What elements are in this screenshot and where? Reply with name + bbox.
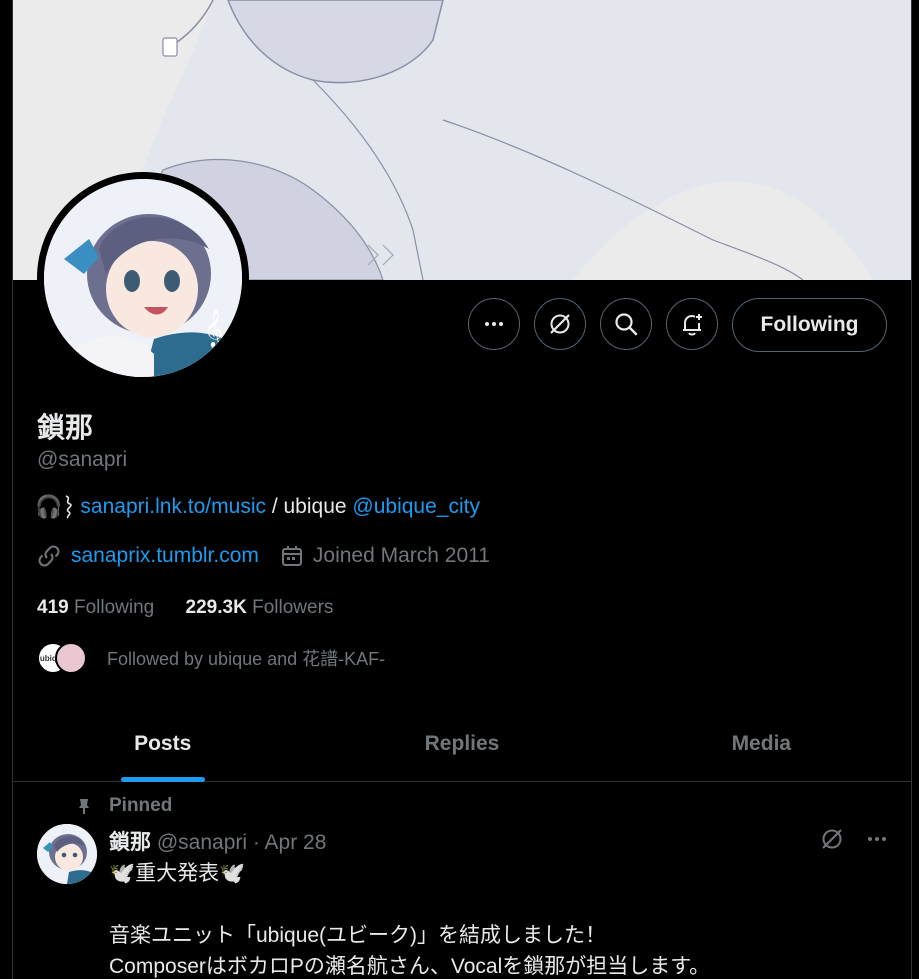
profile-column: 𝄞 Following 鎖那 @sanapri 🎧 sanapri.lnk.to…: [12, 0, 912, 979]
profile-handle: @sanapri: [37, 448, 128, 471]
post-actions: [819, 826, 889, 852]
following-stat[interactable]: 419 Following: [37, 597, 154, 618]
post-more-icon[interactable]: [865, 827, 889, 851]
grok-button[interactable]: [534, 298, 586, 350]
following-button[interactable]: Following: [732, 298, 887, 352]
bio-text: / ubique: [265, 495, 353, 518]
profile-avatar[interactable]: 𝄞: [37, 172, 249, 384]
followed-by[interactable]: ubique Followed by ubique and 花譜-KAF-: [37, 642, 385, 674]
avatar-illustration: 𝄞: [44, 179, 242, 377]
profile-bio: 🎧 sanapri.lnk.to/music / ubique @ubique_…: [35, 494, 480, 520]
avatar-image: 𝄞: [44, 179, 242, 377]
post-author-avatar[interactable]: [37, 824, 97, 884]
post-handle-date[interactable]: @sanapri · Apr 28: [151, 831, 327, 854]
post-line-2: [109, 889, 710, 920]
follow-stats: 419 Following 229.3K Followers: [37, 597, 333, 619]
tab-posts[interactable]: Posts: [13, 706, 312, 782]
more-button[interactable]: [468, 298, 520, 350]
followed-by-text: Followed by ubique and 花譜-KAF-: [107, 649, 386, 669]
link-icon: [38, 545, 60, 567]
bio-music-link[interactable]: sanapri.lnk.to/music: [80, 495, 266, 519]
post-line-3: 音楽ユニット「ubique(ユビーク)」を結成しました！: [109, 924, 607, 947]
calendar-icon: [281, 546, 302, 566]
bio-mention-link[interactable]: @ubique_city: [352, 495, 480, 519]
music-note-icon: [62, 494, 76, 520]
active-tab-indicator: [120, 777, 205, 782]
grok-icon[interactable]: [819, 826, 845, 852]
followers-stat[interactable]: 229.3K Followers: [186, 597, 334, 618]
profile-tabs: Posts Replies Media: [13, 706, 911, 782]
tab-media[interactable]: Media: [612, 706, 911, 781]
pinned-indicator: Pinned: [75, 795, 172, 817]
headphones-emoji: 🎧: [35, 494, 63, 519]
more-icon: [485, 322, 503, 326]
post-line-1: 🕊️重大発表🕊️: [109, 862, 246, 885]
profile-meta: sanaprix.tumblr.com Joined March 2011: [37, 544, 490, 568]
pin-icon: [79, 799, 89, 814]
notification-bell-plus-icon: [683, 314, 702, 336]
post-author-name[interactable]: 鎖那: [109, 831, 151, 854]
tab-replies[interactable]: Replies: [312, 706, 611, 781]
mini-avatar-kaf: [55, 642, 87, 674]
joined-date: Joined March 2011: [312, 544, 490, 567]
search-button[interactable]: [600, 298, 652, 350]
post-avatar-image: [37, 824, 97, 884]
post-line-4: ComposerはボカロPの瀬名航さん、Vocalを鎖那が担当します。: [109, 955, 711, 978]
grok-icon: [550, 314, 570, 334]
profile-name: 鎖那: [37, 412, 94, 443]
post-body: 🕊️重大発表🕊️ 音楽ユニット「ubique(ユビーク)」を結成しました！ Co…: [109, 858, 710, 979]
search-icon: [615, 313, 638, 336]
svg-text:𝄞: 𝄞: [204, 309, 223, 348]
post-header: 鎖那 @sanapri · Apr 28: [109, 826, 326, 856]
notifications-button[interactable]: [666, 298, 718, 350]
website-link[interactable]: sanaprix.tumblr.com: [71, 544, 259, 568]
